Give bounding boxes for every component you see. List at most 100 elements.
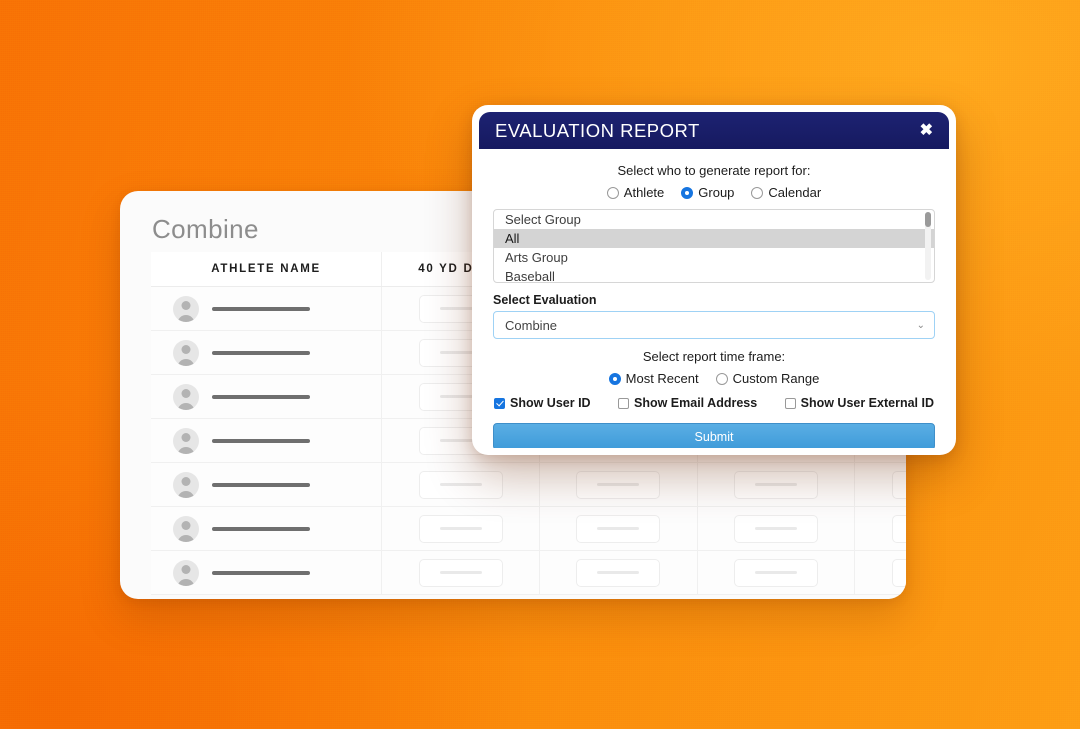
metric-input[interactable] — [418, 514, 503, 543]
metric-input[interactable] — [891, 470, 906, 499]
scrollbar-thumb[interactable] — [925, 212, 931, 227]
metric-placeholder-bar — [597, 527, 640, 530]
radio-target-athlete[interactable]: Athlete — [606, 185, 665, 200]
metric-input[interactable] — [734, 514, 819, 543]
group-listbox-scrollbar[interactable] — [925, 212, 931, 280]
submit-button[interactable]: Submit — [493, 423, 935, 448]
evaluation-select[interactable]: Combine ⌄ — [493, 311, 935, 339]
metric-input[interactable] — [576, 514, 661, 543]
metric-placeholder-bar — [439, 527, 482, 530]
modal-body: Select who to generate report for: Athle… — [479, 149, 949, 410]
radio-timeframe-most-recent[interactable]: Most Recent — [608, 371, 699, 386]
modal-title: EVALUATION REPORT — [495, 119, 700, 141]
metric-placeholder-bar — [439, 571, 482, 574]
metric-cell[interactable] — [697, 550, 856, 595]
avatar — [173, 427, 199, 454]
athlete-name-placeholder — [151, 515, 381, 542]
display-options-checkbox-group[interactable]: Show User ID Show Email Address Show User … — [493, 396, 935, 410]
group-list-item[interactable]: Baseball — [494, 267, 934, 282]
athlete-name-placeholder — [151, 295, 381, 322]
checkbox-show-email-address[interactable]: Show Email Address — [618, 396, 757, 410]
metric-cell[interactable] — [381, 462, 540, 507]
athlete-name-placeholder — [151, 471, 381, 498]
name-placeholder-bar — [212, 306, 310, 311]
metric-input[interactable] — [891, 514, 906, 543]
timeframe-label: Select report time frame: — [642, 349, 786, 364]
checkbox-icon[interactable] — [494, 397, 505, 409]
group-list-item[interactable]: Arts Group — [494, 248, 934, 267]
timeframe-radio-group[interactable]: Most Recent Custom Range — [493, 371, 935, 386]
name-placeholder-bar — [212, 350, 310, 355]
avatar — [173, 559, 199, 586]
metric-cell[interactable] — [854, 462, 906, 507]
report-target-label: Select who to generate report for: — [617, 163, 811, 178]
submit-area: Submit — [479, 410, 949, 448]
athlete-name-cell — [151, 462, 383, 507]
chevron-down-icon: ⌄ — [916, 319, 925, 331]
metric-cell[interactable] — [381, 550, 540, 595]
evaluation-select-value: Combine — [505, 317, 558, 333]
metric-cell[interactable] — [539, 550, 698, 595]
metric-placeholder-bar — [755, 527, 798, 530]
avatar — [173, 339, 199, 366]
metric-placeholder-bar — [597, 571, 640, 574]
athlete-name-cell — [151, 374, 383, 419]
checkbox-label: Show Email Address — [634, 396, 758, 410]
metric-cell[interactable] — [854, 506, 906, 551]
metric-cell[interactable] — [539, 462, 698, 507]
name-placeholder-bar — [212, 438, 310, 443]
modal-header: EVALUATION REPORT ✖ — [479, 112, 949, 149]
metric-placeholder-bar — [597, 483, 640, 486]
close-icon[interactable]: ✖ — [917, 121, 936, 141]
radio-target-calendar[interactable]: Calendar — [751, 185, 821, 200]
evaluation-label: Select Evaluation — [493, 293, 597, 307]
radio-label: Calendar — [768, 185, 822, 200]
athlete-name-placeholder — [151, 427, 381, 454]
radio-icon[interactable] — [681, 186, 694, 199]
group-listbox[interactable]: Select GroupAllArts GroupBaseballClass 2… — [493, 209, 935, 283]
checkbox-icon[interactable] — [618, 397, 629, 409]
report-target-radio-group[interactable]: Athlete Group Calendar — [493, 185, 935, 200]
avatar — [173, 471, 199, 498]
avatar — [173, 383, 199, 410]
metric-cell[interactable] — [539, 506, 698, 551]
name-placeholder-bar — [212, 482, 310, 487]
name-placeholder-bar — [212, 526, 310, 531]
evaluation-report-dialog: EVALUATION REPORT ✖ Select who to genera… — [472, 105, 956, 455]
group-list-item[interactable]: Select Group — [494, 210, 934, 229]
athlete-name-cell — [151, 550, 383, 595]
metric-input[interactable] — [734, 470, 819, 499]
metric-cell[interactable] — [697, 506, 856, 551]
radio-icon[interactable] — [606, 186, 619, 199]
radio-label: Athlete — [623, 185, 665, 200]
metric-input[interactable] — [576, 558, 661, 587]
athlete-name-placeholder — [151, 383, 381, 410]
group-list-item[interactable]: All — [494, 229, 934, 248]
radio-timeframe-custom-range[interactable]: Custom Range — [715, 371, 819, 386]
metric-placeholder-bar — [439, 483, 482, 486]
metric-input[interactable] — [734, 558, 819, 587]
metric-input[interactable] — [418, 470, 503, 499]
metric-cell[interactable] — [697, 462, 856, 507]
checkbox-label: Show User External ID — [800, 396, 934, 410]
table-row — [151, 550, 906, 595]
radio-icon[interactable] — [608, 372, 621, 385]
metric-cell[interactable] — [381, 506, 540, 551]
checkbox-icon[interactable] — [784, 397, 796, 409]
metric-input[interactable] — [576, 470, 661, 499]
checkbox-show-user-external-id[interactable]: Show User External ID — [784, 396, 934, 410]
radio-icon[interactable] — [715, 372, 728, 385]
athlete-name-placeholder — [151, 559, 381, 586]
table-row — [151, 462, 906, 507]
radio-label: Group — [698, 185, 735, 200]
checkbox-show-user-id[interactable]: Show User ID — [494, 396, 591, 410]
metric-cell[interactable] — [854, 550, 906, 595]
metric-input[interactable] — [891, 558, 906, 587]
avatar — [173, 515, 199, 542]
radio-icon[interactable] — [751, 186, 764, 199]
athlete-name-cell — [151, 506, 383, 551]
athlete-name-placeholder — [151, 339, 381, 366]
metric-input[interactable] — [418, 558, 503, 587]
group-listbox-items[interactable]: Select GroupAllArts GroupBaseballClass 2… — [494, 210, 934, 282]
radio-target-group[interactable]: Group — [681, 185, 734, 200]
